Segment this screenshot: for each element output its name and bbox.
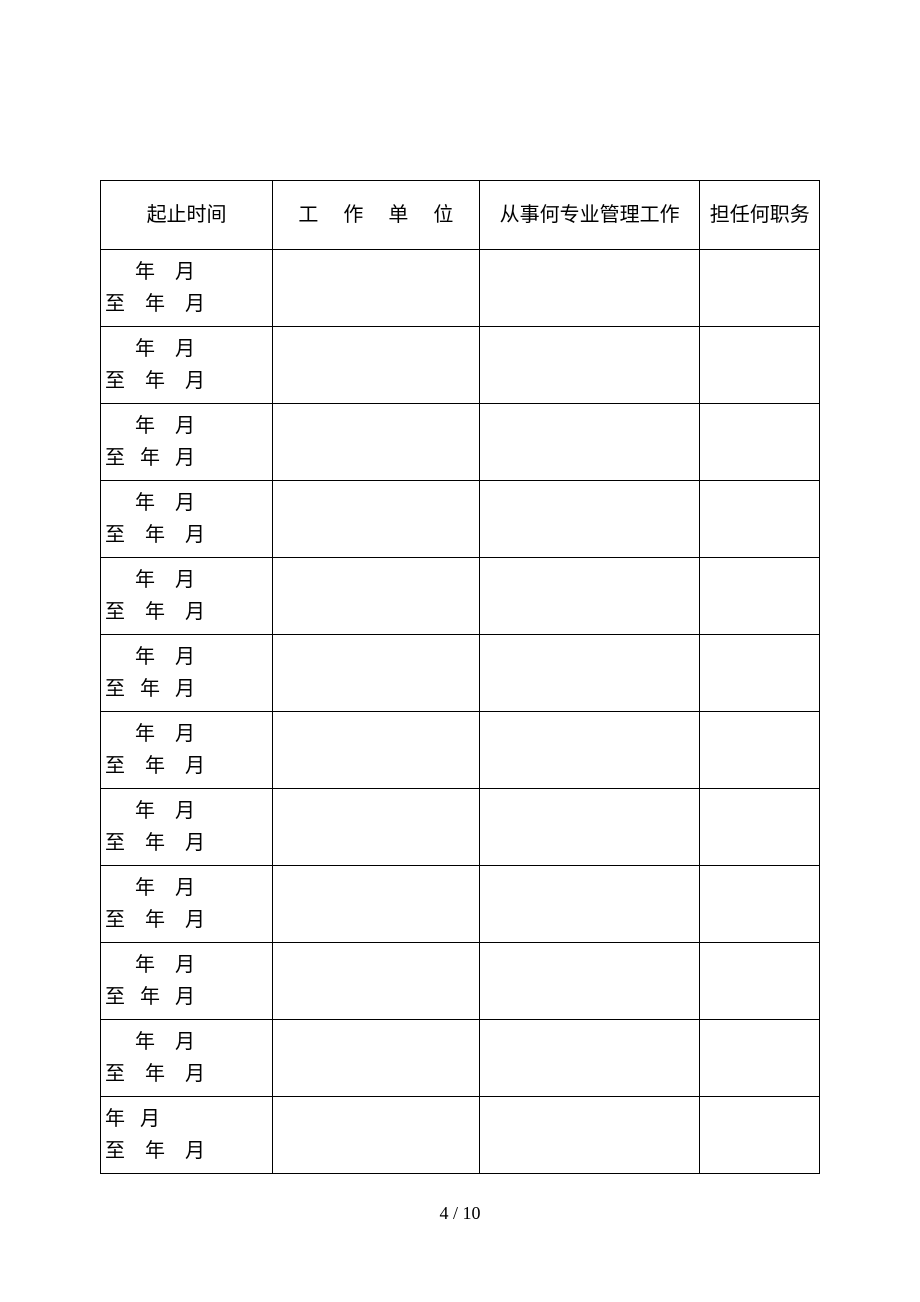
time-line-1: 年 月: [105, 795, 268, 827]
time-line-2: 至 年 月: [105, 827, 268, 859]
cell-unit: [273, 943, 480, 1020]
table-row: 年 月至 年 月: [101, 327, 820, 404]
cell-unit: [273, 635, 480, 712]
table-header-row: 起止时间 工 作 单 位 从事何专业管理工作 担任何职务: [101, 181, 820, 250]
cell-work: [479, 789, 700, 866]
cell-unit: [273, 866, 480, 943]
cell-time: 年 月至 年 月: [101, 943, 273, 1020]
time-line-1: 年 月: [105, 410, 268, 442]
cell-work: [479, 1020, 700, 1097]
time-line-2: 至 年 月: [105, 673, 268, 705]
cell-time: 年 月至 年 月: [101, 558, 273, 635]
cell-work: [479, 250, 700, 327]
time-line-2: 至 年 月: [105, 750, 268, 782]
cell-work: [479, 1097, 700, 1174]
header-time: 起止时间: [101, 181, 273, 250]
time-line-2: 至 年 月: [105, 904, 268, 936]
cell-work: [479, 481, 700, 558]
time-line-1: 年 月: [105, 949, 268, 981]
cell-time: 年 月至 年 月: [101, 789, 273, 866]
time-line-2: 至 年 月: [105, 519, 268, 551]
table-row: 年 月至 年 月: [101, 250, 820, 327]
cell-work: [479, 712, 700, 789]
time-line-2: 至 年 月: [105, 365, 268, 397]
table-row: 年 月至 年 月: [101, 712, 820, 789]
time-line-2: 至 年 月: [105, 288, 268, 320]
time-line-2: 至 年 月: [105, 1135, 268, 1167]
time-line-2: 至 年 月: [105, 1058, 268, 1090]
cell-position: [700, 250, 820, 327]
table-row: 年 月至 年 月: [101, 481, 820, 558]
cell-time: 年 月至 年 月: [101, 327, 273, 404]
cell-work: [479, 943, 700, 1020]
work-history-table: 起止时间 工 作 单 位 从事何专业管理工作 担任何职务 年 月至 年 月 年 …: [100, 180, 820, 1174]
time-line-1: 年 月: [105, 1026, 268, 1058]
cell-work: [479, 635, 700, 712]
cell-position: [700, 866, 820, 943]
cell-unit: [273, 1020, 480, 1097]
time-line-2: 至 年 月: [105, 442, 268, 474]
cell-position: [700, 789, 820, 866]
cell-unit: [273, 404, 480, 481]
cell-time: 年 月至 年 月: [101, 712, 273, 789]
cell-unit: [273, 789, 480, 866]
cell-unit: [273, 558, 480, 635]
table-row: 年 月至 年 月: [101, 635, 820, 712]
cell-position: [700, 1020, 820, 1097]
cell-work: [479, 404, 700, 481]
header-position: 担任何职务: [700, 181, 820, 250]
header-work: 从事何专业管理工作: [479, 181, 700, 250]
cell-time: 年 月至 年 月: [101, 250, 273, 327]
cell-unit: [273, 1097, 480, 1174]
table-row: 年 月至 年 月: [101, 1020, 820, 1097]
time-line-1: 年 月: [105, 333, 268, 365]
cell-time: 年 月至 年 月: [101, 866, 273, 943]
time-line-1: 年 月: [105, 487, 268, 519]
cell-position: [700, 1097, 820, 1174]
cell-position: [700, 327, 820, 404]
table-row: 年 月至 年 月: [101, 1097, 820, 1174]
time-line-1: 年 月: [105, 718, 268, 750]
table-row: 年 月至 年 月: [101, 404, 820, 481]
cell-position: [700, 943, 820, 1020]
time-line-1: 年 月: [105, 641, 268, 673]
cell-time: 年 月至 年 月: [101, 635, 273, 712]
time-line-2: 至 年 月: [105, 981, 268, 1013]
table-row: 年 月至 年 月: [101, 943, 820, 1020]
cell-work: [479, 558, 700, 635]
time-line-1: 年 月: [105, 1103, 268, 1135]
cell-position: [700, 558, 820, 635]
cell-time: 年 月至 年 月: [101, 404, 273, 481]
cell-position: [700, 404, 820, 481]
cell-unit: [273, 712, 480, 789]
page-footer: 4 / 10: [0, 1203, 920, 1224]
time-line-1: 年 月: [105, 256, 268, 288]
header-unit: 工 作 单 位: [273, 181, 480, 250]
cell-work: [479, 866, 700, 943]
cell-time: 年 月至 年 月: [101, 481, 273, 558]
cell-work: [479, 327, 700, 404]
time-line-1: 年 月: [105, 564, 268, 596]
cell-time: 年 月至 年 月: [101, 1097, 273, 1174]
cell-time: 年 月至 年 月: [101, 1020, 273, 1097]
table-row: 年 月至 年 月: [101, 789, 820, 866]
time-line-1: 年 月: [105, 872, 268, 904]
cell-unit: [273, 250, 480, 327]
table-row: 年 月至 年 月: [101, 866, 820, 943]
cell-position: [700, 481, 820, 558]
cell-unit: [273, 481, 480, 558]
cell-unit: [273, 327, 480, 404]
time-line-2: 至 年 月: [105, 596, 268, 628]
cell-position: [700, 712, 820, 789]
table-row: 年 月至 年 月: [101, 558, 820, 635]
cell-position: [700, 635, 820, 712]
